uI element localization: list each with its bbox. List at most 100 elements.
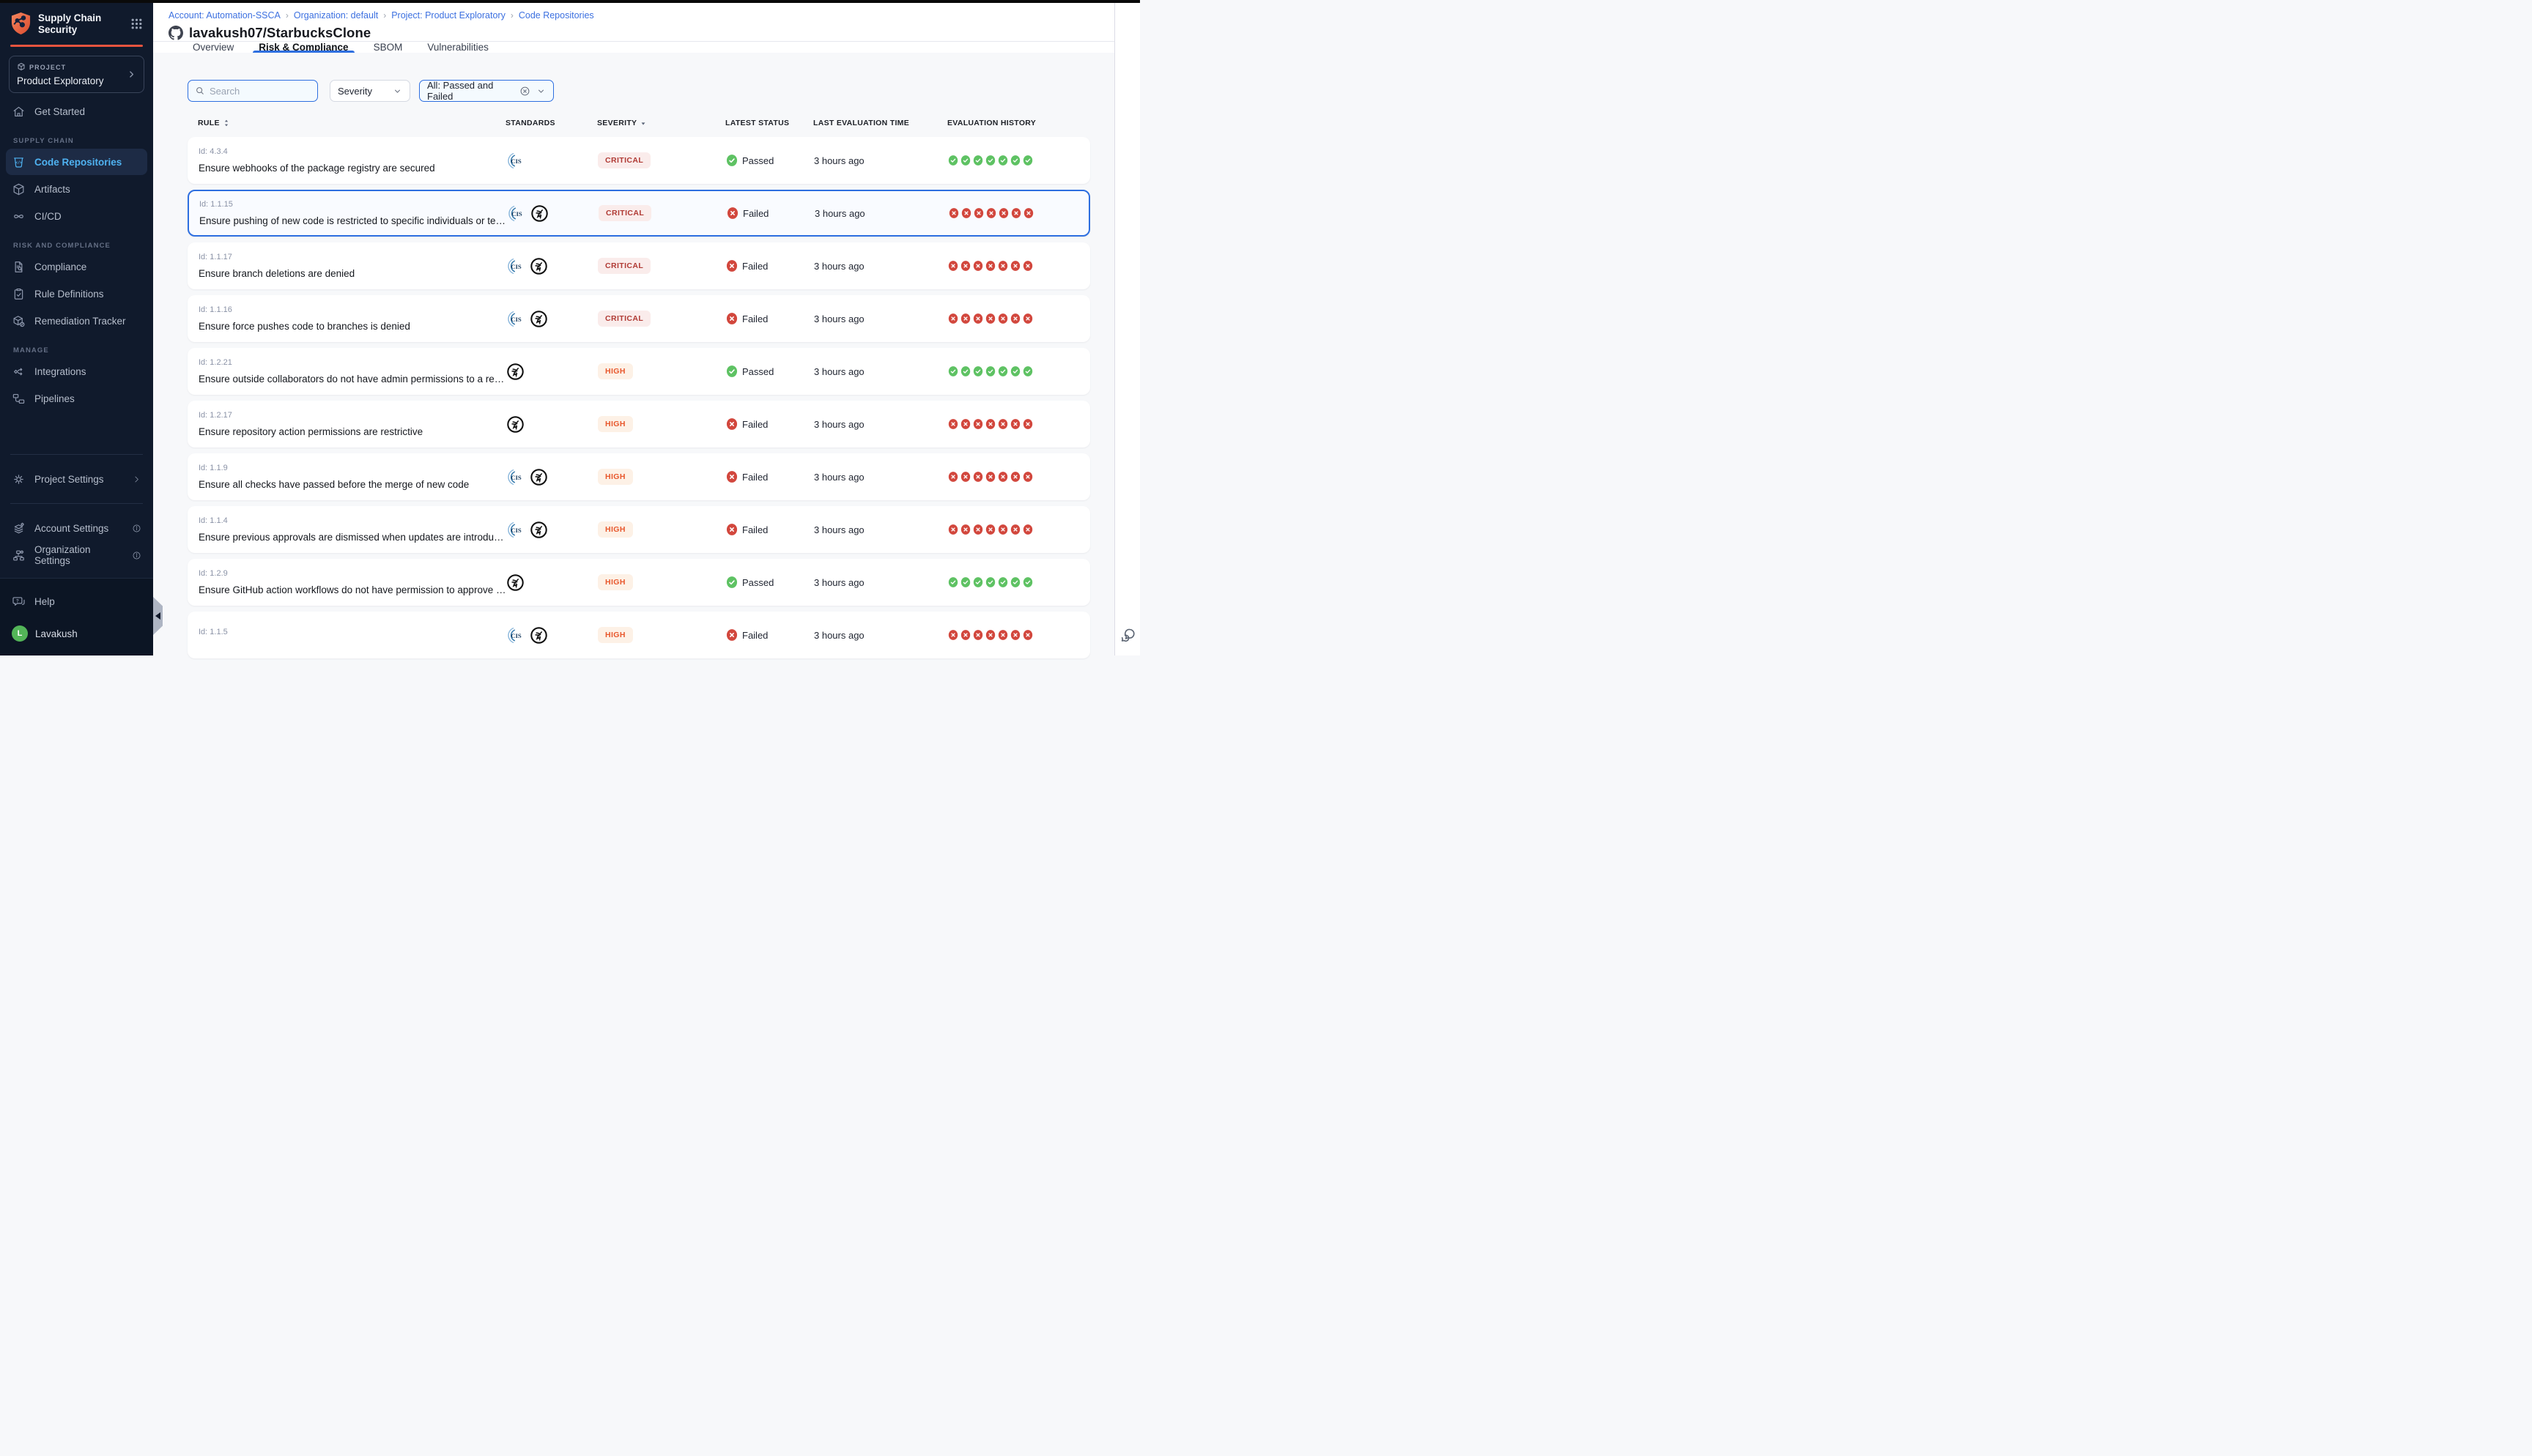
breadcrumb-link-project-product-exploratory[interactable]: Project: Product Exploratory	[391, 10, 506, 21]
tab-risk-compliance[interactable]: Risk & Compliance	[257, 42, 349, 53]
sidebar-item-label: Remediation Tracker	[34, 316, 126, 327]
table-row[interactable]: Id: 1.1.15 Ensure pushing of new code is…	[188, 190, 1090, 237]
sidebar-item-project-settings[interactable]: Project Settings	[6, 466, 147, 492]
history-pass-icon	[973, 365, 983, 377]
history-fail-icon	[948, 418, 958, 430]
severity-filter-dropdown[interactable]: Severity	[330, 80, 410, 102]
info-icon[interactable]	[132, 524, 141, 533]
history-fail-icon	[1023, 313, 1033, 324]
sidebar-item-label: Compliance	[34, 261, 86, 272]
sidebar-item-get-started[interactable]: Get Started	[6, 98, 147, 125]
rule-cell: Id: 1.2.17 Ensure repository action perm…	[199, 411, 506, 437]
history-pass-icon	[973, 576, 983, 588]
user-menu[interactable]: L Lavakush	[6, 619, 147, 648]
history-fail-icon	[1010, 313, 1021, 324]
sidebar-item-ci-cd[interactable]: CI/CD	[6, 203, 147, 229]
table-row[interactable]: Id: 1.1.5 CIS HIGH Failed 3 hours ago	[188, 612, 1090, 658]
history-fail-icon	[948, 260, 958, 272]
rules-table: Id: 4.3.4 Ensure webhooks of the package…	[188, 137, 1090, 658]
rule-text: Ensure outside collaborators do not have…	[199, 374, 506, 385]
sidebar-item-account-settings[interactable]: Account Settings	[6, 515, 147, 541]
support-chat-icon[interactable]	[1119, 626, 1136, 644]
severity-badge: CRITICAL	[598, 258, 651, 274]
github-icon	[169, 26, 183, 40]
history-fail-icon	[985, 471, 996, 483]
sort-both-icon[interactable]	[221, 118, 232, 128]
sidebar-item-pipelines[interactable]: Pipelines	[6, 385, 147, 412]
home-icon	[12, 105, 26, 119]
tab-overview[interactable]: Overview	[191, 42, 235, 53]
project-label: PROJECT	[29, 64, 66, 71]
standards-cell: CIS	[506, 626, 598, 645]
column-header-rule[interactable]: RULE	[198, 118, 506, 128]
section-label-risk-and-compliance: RISK AND COMPLIANCE	[13, 242, 153, 250]
history-fail-icon	[986, 207, 996, 219]
sidebar-item-organization-settings[interactable]: Organization Settings	[6, 542, 147, 568]
clear-filter-icon[interactable]	[519, 86, 530, 97]
sidebar-item-code-repositories[interactable]: </>Code Repositories	[6, 149, 147, 175]
status-failed-icon	[726, 628, 738, 642]
column-header-last-evaluation-time: LAST EVALUATION TIME	[813, 119, 947, 127]
breadcrumb-link-account-automation-ssca[interactable]: Account: Automation-SSCA	[169, 10, 281, 21]
app-switcher-grid-icon[interactable]	[130, 18, 143, 30]
history-fail-icon	[948, 524, 958, 535]
table-row[interactable]: Id: 1.2.21 Ensure outside collaborators …	[188, 348, 1090, 395]
standards-cell: CIS	[506, 152, 598, 170]
gear-icon	[12, 472, 26, 486]
column-header-severity[interactable]: SEVERITY	[597, 118, 725, 128]
status-cell: Failed	[726, 470, 814, 483]
cis-standard-icon: CIS	[506, 257, 525, 275]
rule-text: Ensure repository action permissions are…	[199, 426, 506, 437]
evaluation-history	[948, 471, 1078, 483]
breadcrumb-link-code-repositories[interactable]: Code Repositories	[519, 10, 594, 21]
history-pass-icon	[998, 576, 1008, 588]
severity-cell: HIGH	[598, 521, 726, 538]
table-row[interactable]: Id: 1.2.17 Ensure repository action perm…	[188, 401, 1090, 447]
tab-sbom[interactable]: SBOM	[372, 42, 404, 53]
sidebar-item-label: CI/CD	[34, 211, 62, 222]
sidebar-item-remediation-tracker[interactable]: Remediation Tracker	[6, 308, 147, 334]
history-fail-icon	[973, 313, 983, 324]
last-evaluation-time: 3 hours ago	[814, 261, 948, 272]
table-row[interactable]: Id: 1.2.9 Ensure GitHub action workflows…	[188, 559, 1090, 606]
sidebar-item-integrations[interactable]: Integrations	[6, 358, 147, 385]
history-pass-icon	[1010, 365, 1021, 377]
table-row[interactable]: Id: 1.1.9 Ensure all checks have passed …	[188, 453, 1090, 500]
status-failed-icon	[727, 207, 738, 220]
info-icon[interactable]	[132, 551, 141, 560]
svg-text:CIS: CIS	[511, 157, 522, 164]
page-title: lavakush07/StarbucksClone	[189, 25, 371, 41]
rule-text: Ensure GitHub action workflows do not ha…	[199, 584, 506, 595]
search-icon	[195, 86, 205, 96]
status-cell: Failed	[726, 312, 814, 325]
sidebar-item-compliance[interactable]: Compliance	[6, 253, 147, 280]
status-filter-dropdown[interactable]: All: Passed and Failed	[419, 80, 554, 102]
sidebar-item-help[interactable]: ? Help	[6, 588, 147, 614]
column-header-evaluation-history: EVALUATION HISTORY	[947, 119, 1078, 127]
sort-down-icon[interactable]	[638, 118, 648, 128]
history-pass-icon	[985, 576, 996, 588]
history-fail-icon	[1010, 260, 1021, 272]
sidebar-item-artifacts[interactable]: Artifacts	[6, 176, 147, 202]
table-row[interactable]: Id: 4.3.4 Ensure webhooks of the package…	[188, 137, 1090, 184]
project-selector[interactable]: PROJECT Product Exploratory	[9, 56, 144, 93]
rule-id: Id: 1.1.16	[199, 305, 506, 314]
infinity-icon	[12, 209, 26, 223]
search-input[interactable]	[210, 86, 311, 97]
breadcrumb-link-organization-default[interactable]: Organization: default	[294, 10, 378, 21]
sidebar-item-label: Integrations	[34, 366, 86, 377]
project-cube-icon	[17, 62, 26, 73]
rule-id: Id: 1.2.21	[199, 358, 506, 367]
sidebar-item-rule-definitions[interactable]: Rule Definitions	[6, 281, 147, 307]
rule-id: Id: 1.1.9	[199, 464, 506, 472]
severity-cell: CRITICAL	[598, 152, 726, 168]
standards-cell: CIS	[506, 310, 598, 328]
table-row[interactable]: Id: 1.1.16 Ensure force pushes code to b…	[188, 295, 1090, 342]
table-row[interactable]: Id: 1.1.4 Ensure previous approvals are …	[188, 506, 1090, 553]
tab-vulnerabilities[interactable]: Vulnerabilities	[426, 42, 490, 53]
breadcrumb-separator: ›	[286, 10, 289, 21]
rule-id: Id: 1.2.17	[199, 411, 506, 420]
history-pass-icon	[1023, 155, 1033, 166]
evaluation-history	[948, 260, 1078, 272]
table-row[interactable]: Id: 1.1.17 Ensure branch deletions are d…	[188, 242, 1090, 289]
